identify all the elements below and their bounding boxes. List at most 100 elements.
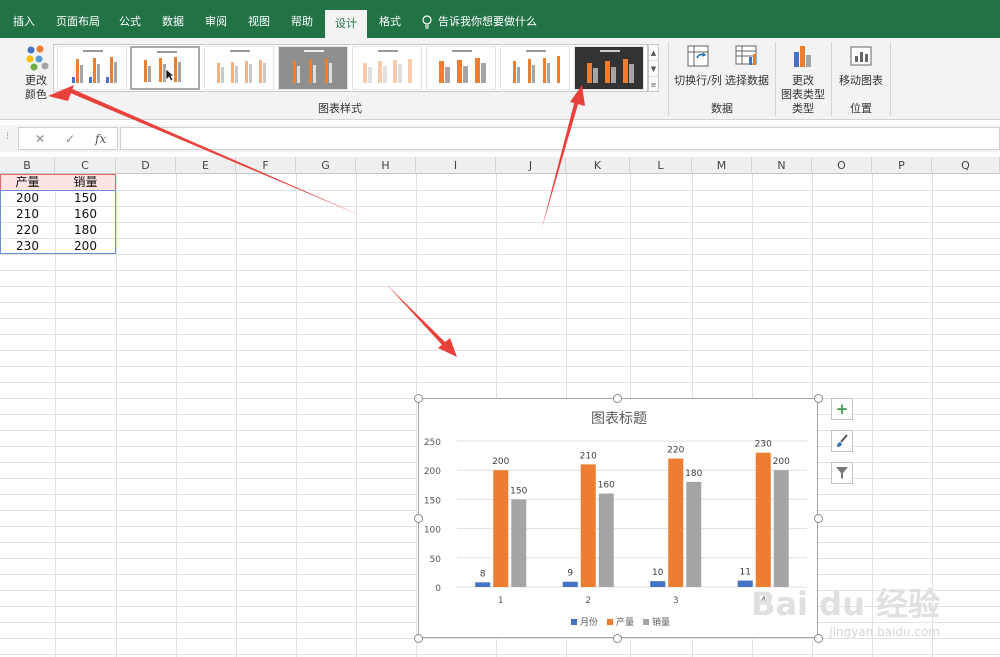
resize-handle[interactable] <box>814 394 823 403</box>
data-label: 9 <box>567 569 573 579</box>
tell-me-box[interactable]: 告诉我你想要做什么 <box>422 6 537 38</box>
change-colors-button[interactable]: 更改 颜色 <box>16 42 56 101</box>
bar <box>475 582 491 587</box>
data-label: 150 <box>510 486 527 496</box>
tab-design[interactable]: 设计 <box>325 10 367 38</box>
bar <box>773 470 789 587</box>
series-name-highlight <box>0 174 116 190</box>
group-separator <box>890 42 891 116</box>
resize-handle[interactable] <box>613 394 622 403</box>
bar <box>562 581 578 587</box>
column-header-o[interactable]: O <box>812 157 872 174</box>
chart-filters-button[interactable] <box>831 462 853 484</box>
column-header-m[interactable]: M <box>692 157 752 174</box>
bar <box>650 581 666 587</box>
tab-formulas[interactable]: 公式 <box>112 6 148 38</box>
formula-bar: ⁝ ✕ ✓ fx <box>0 125 1000 152</box>
type-group-label: 类型 <box>792 102 814 115</box>
ribbon: 更改 颜色 ▲ ▼ ≡ 图表样式 切换行/列 选择数据 数据 更改 图表类型 类… <box>0 38 1000 120</box>
baidu-watermark: Bai du 经验 jingyan.baidu.com <box>751 579 940 639</box>
column-header-c[interactable]: C <box>55 157 116 174</box>
chart-styles-gallery <box>53 44 648 92</box>
tab-page-layout[interactable]: 页面布局 <box>50 6 106 38</box>
chart-elements-button[interactable]: + <box>831 398 853 420</box>
chart-style-thumb-5[interactable] <box>352 46 422 90</box>
chart-style-thumb-4[interactable] <box>278 46 348 90</box>
column-header-b[interactable]: B <box>0 157 55 174</box>
data-label: 210 <box>580 451 597 461</box>
column-header-p[interactable]: P <box>872 157 932 174</box>
insert-function-icon[interactable]: fx <box>95 132 106 146</box>
chart-style-thumb-6[interactable] <box>426 46 496 90</box>
data-label: 10 <box>652 568 664 578</box>
bar <box>686 481 702 587</box>
location-group-label: 位置 <box>850 102 872 115</box>
chart-style-thumb-2[interactable] <box>130 46 200 90</box>
tab-view[interactable]: 视图 <box>241 6 277 38</box>
column-header-j[interactable]: J <box>496 157 566 174</box>
select-data-label: 选择数据 <box>725 74 769 87</box>
legend-swatch <box>607 619 613 625</box>
move-chart-button[interactable]: 移动图表 <box>836 42 886 88</box>
gallery-more-icon[interactable]: ≡ <box>649 77 658 93</box>
resize-handle[interactable] <box>814 514 823 523</box>
tab-format[interactable]: 格式 <box>372 6 408 38</box>
chart-styles-group-label: 图表样式 <box>318 102 362 115</box>
series-values-highlight <box>0 190 116 254</box>
gallery-down-icon[interactable]: ▼ <box>649 61 658 77</box>
ribbon-tab-bar: 插入 页面布局 公式 数据 审阅 视图 帮助 设计 格式 告诉我你想要做什么 <box>0 6 1000 38</box>
tab-help[interactable]: 帮助 <box>284 6 320 38</box>
chart-style-thumb-7[interactable] <box>500 46 570 90</box>
y-tick-label: 200 <box>424 467 441 477</box>
chart-style-thumb-3[interactable] <box>204 46 274 90</box>
column-header-e[interactable]: E <box>176 157 236 174</box>
bar <box>511 499 527 587</box>
x-tick-label: 2 <box>585 596 591 606</box>
column-header-l[interactable]: L <box>630 157 692 174</box>
switch-row-col-icon <box>687 45 709 67</box>
formula-input[interactable] <box>120 127 1000 150</box>
column-header-n[interactable]: N <box>752 157 812 174</box>
data-label: 160 <box>598 481 615 491</box>
column-header-k[interactable]: K <box>566 157 630 174</box>
enter-icon[interactable]: ✓ <box>65 132 75 146</box>
switch-row-col-button[interactable]: 切换行/列 <box>674 42 722 88</box>
column-header-d[interactable]: D <box>116 157 176 174</box>
legend-label: 产量 <box>616 616 634 628</box>
excel-window: 插入 页面布局 公式 数据 审阅 视图 帮助 设计 格式 告诉我你想要做什么 更… <box>0 0 1000 657</box>
gallery-up-icon[interactable]: ▲ <box>649 45 658 61</box>
chart-styles-button[interactable] <box>831 430 853 452</box>
column-header-h[interactable]: H <box>356 157 416 174</box>
tab-data[interactable]: 数据 <box>155 6 191 38</box>
column-header-i[interactable]: I <box>416 157 496 174</box>
resize-handle[interactable] <box>414 634 423 643</box>
legend-swatch <box>571 619 577 625</box>
chart-style-thumb-8[interactable] <box>574 46 644 90</box>
gallery-scroll[interactable]: ▲ ▼ ≡ <box>648 44 659 92</box>
x-tick-label: 3 <box>673 596 679 606</box>
cancel-icon[interactable]: ✕ <box>35 132 45 146</box>
y-tick-label: 100 <box>424 526 441 536</box>
select-data-button[interactable]: 选择数据 <box>724 42 770 88</box>
resize-handle[interactable] <box>414 394 423 403</box>
tab-review[interactable]: 审阅 <box>198 6 234 38</box>
y-tick-label: 250 <box>424 438 441 448</box>
chart-style-thumb-1[interactable] <box>57 46 127 90</box>
tab-insert[interactable]: 插入 <box>6 6 42 38</box>
formula-bar-grip: ⁝ <box>6 131 10 142</box>
switch-row-col-label: 切换行/列 <box>674 74 722 87</box>
column-header-g[interactable]: G <box>296 157 356 174</box>
resize-handle[interactable] <box>613 634 622 643</box>
column-header-f[interactable]: F <box>236 157 296 174</box>
resize-handle[interactable] <box>414 514 423 523</box>
chart-title: 图表标题 <box>591 411 647 427</box>
group-separator <box>668 42 669 116</box>
legend-swatch <box>643 619 649 625</box>
bar <box>755 452 771 587</box>
y-tick-label: 50 <box>430 555 442 565</box>
group-separator <box>775 42 776 116</box>
column-header-q[interactable]: Q <box>932 157 1000 174</box>
change-chart-type-button[interactable]: 更改 图表类型 <box>780 42 826 101</box>
plus-icon: + <box>835 400 849 418</box>
bar <box>598 493 614 587</box>
